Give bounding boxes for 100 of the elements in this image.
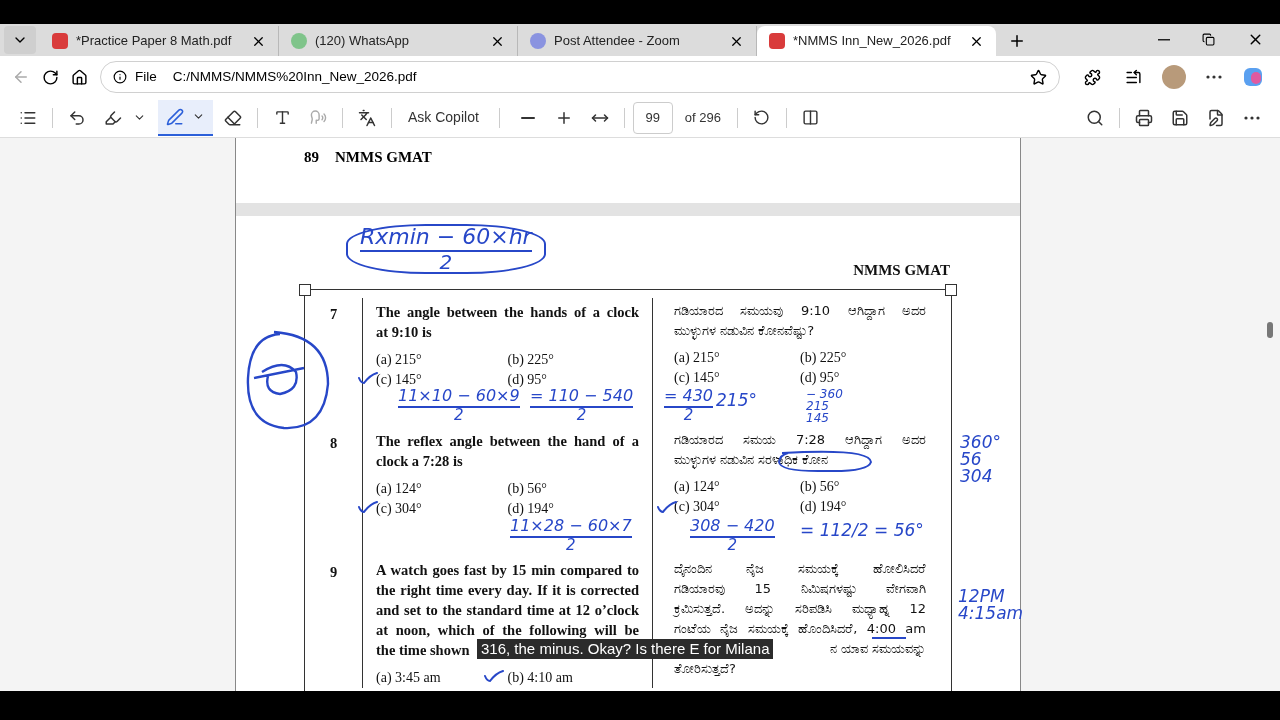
answer-option: (a) 3:45 am: [376, 668, 441, 688]
reload-icon[interactable]: [42, 68, 59, 86]
tab-title: Post Attendee - Zoom: [554, 32, 681, 51]
page-number-field[interactable]: 99: [632, 101, 673, 134]
tab-title: *NMMS Inn_New_2026.pdf: [793, 32, 952, 51]
more-icon[interactable]: [1206, 75, 1222, 79]
handwritten-fraction: 11×28 − 60×7 2: [510, 518, 632, 553]
page-view-icon: [802, 109, 820, 126]
question-text-line: ಗಡಿಯಾರವು 15 ನಿಮಿಷಗಳಷ್ಟು ವೇಗವಾಗಿ: [674, 580, 926, 598]
handwritten-fraction: = 430 2: [664, 388, 714, 423]
question-text-line: ನ ಯಾವ ಸಮಯವನ್ನು: [829, 640, 926, 658]
question-text-line: the right time every day. If it is corrected: [376, 581, 639, 600]
question-text-line: the time shown: [376, 641, 470, 660]
question-number: 7: [329, 306, 338, 322]
scrollbar[interactable]: [1267, 322, 1273, 338]
answer-option: (d) 95°: [507, 370, 547, 390]
draw-button[interactable]: [158, 99, 213, 136]
printer-icon: [1135, 108, 1153, 127]
browser-tab[interactable]: *NMMS Inn_New_2026.pdf: [757, 26, 996, 56]
answer-option: (d) 194°: [507, 499, 554, 519]
answer-option: (a) 124°: [674, 477, 720, 497]
answer-option: (b) 56°: [800, 477, 840, 497]
text-icon: [273, 109, 291, 126]
question-text-line: The reflex angle between the hand of a: [376, 432, 639, 451]
highlighter-icon: [104, 108, 122, 127]
restore-icon[interactable]: [1202, 33, 1215, 46]
question-text-line: ದೈನಂದಿನ ನೈಜ ಸಮಯಕ್ಕೆ ಹೋಲಿಸಿದರೆ: [674, 560, 926, 578]
question-text-line: at noon, which of the following will be: [376, 621, 639, 640]
page-header: NMMS GMAT: [853, 260, 950, 280]
search-icon: [1086, 108, 1104, 127]
handwritten-note: 215°: [716, 392, 757, 409]
answer-option: (c) 145°: [674, 368, 720, 388]
question-text-line: ಕ್ರಮಿಸುತ್ತದೆ. ಅದನ್ನು ಸರಿಪಡಿಸಿ ಮಧ್ಯಾಹ್ನ 12: [674, 600, 926, 618]
handwritten-note: = 112/2 = 56°: [800, 522, 924, 539]
question-number: 9: [329, 564, 338, 580]
question-text-line: ಗಂಟೆಯ ನೈಜ ಸಮಯಕ್ಕೆ ಹೊಂದಿಸಿದರೆ, 4:00 am: [674, 620, 926, 638]
answer-option: (b) 225°: [800, 348, 847, 368]
translate-icon: [358, 108, 376, 127]
question-text-line: at 9:10 is: [376, 323, 432, 342]
check-mark-icon: [358, 501, 378, 513]
answer-option: (a) 215°: [376, 350, 422, 370]
read-aloud-icon: [309, 109, 327, 126]
extensions-icon[interactable]: [1084, 68, 1101, 86]
handwritten-fraction: = 110 − 540 2: [530, 388, 634, 423]
answer-option: (b) 225°: [507, 350, 554, 370]
handwritten-fraction: 308 − 420 2: [690, 518, 775, 553]
handwritten-note: 360° 56 304: [960, 434, 1001, 485]
answer-option: (d) 194°: [800, 497, 847, 517]
pdf-icon: [52, 33, 68, 49]
ink-underline-drawing: [872, 637, 906, 639]
pdf-icon: [769, 33, 785, 49]
answer-option: (c) 145°: [376, 370, 422, 390]
eraser-icon: [224, 108, 242, 127]
question-text-line: ತೋರಿಸುತ್ತದೆ?: [674, 660, 736, 678]
home-icon[interactable]: [71, 68, 88, 86]
scheme-label: File: [135, 67, 157, 86]
favorites-icon[interactable]: [1125, 68, 1142, 86]
minus-icon: [520, 116, 535, 119]
answer-option: (c) 304°: [674, 497, 720, 517]
question-text-line: ಗಡಿಯಾರದ ಸಮಯವು 9:10 ಆಗಿದ್ದಾಗ ಅದರ: [674, 302, 926, 320]
check-mark-icon: [358, 372, 378, 384]
page-header: NMMS GMAT: [335, 148, 432, 167]
minimize-icon[interactable]: [1158, 38, 1170, 41]
pen-icon: [166, 107, 184, 126]
page-count: of 296: [684, 108, 721, 127]
video-icon: [530, 33, 546, 49]
undo-icon: [68, 108, 86, 127]
handwritten-fraction: 11×10 − 60×9 2: [398, 388, 520, 423]
answer-option: (a) 215°: [674, 348, 720, 368]
answer-option: (c) 304°: [376, 499, 422, 519]
more-icon: [1244, 115, 1260, 120]
tab-title: (120) WhatsApp: [315, 32, 410, 51]
address-field[interactable]: File C:/NMMS/NMMS%20Inn_New_2026.pdf: [100, 61, 1060, 93]
file-edit-icon: [1207, 108, 1225, 127]
video-caption: 316, the minus. Okay? Is there E for Milana: [477, 639, 774, 659]
question-text-line: clock a 7:28 is: [376, 452, 463, 471]
handwritten-fraction: Rxmin − 60×hr 2: [346, 224, 546, 274]
tab-menu-button[interactable]: [4, 26, 36, 54]
rotate-icon: [753, 109, 771, 126]
ask-copilot-button[interactable]: Ask Copilot: [400, 107, 487, 128]
question-text-line: The angle between the hands of a clock: [376, 303, 639, 322]
url-text: C:/NMMS/NMMS%20Inn_New_2026.pdf: [172, 67, 417, 86]
assistant-logo-icon[interactable]: [1242, 66, 1264, 88]
check-mark-icon: [484, 670, 504, 682]
tab-title: *Practice Paper 8 Math.pdf: [76, 32, 233, 51]
favorite-icon[interactable]: [1030, 68, 1047, 86]
new-tab-icon[interactable]: [1008, 32, 1026, 50]
handwritten-note: − 360 215 145: [806, 388, 843, 424]
answer-option: (b) 56°: [507, 479, 547, 499]
question-text-line: A watch goes fast by 15 min compared to: [376, 561, 639, 580]
question-number: 8: [329, 435, 338, 451]
info-icon: [113, 70, 127, 84]
chat-icon: [291, 33, 307, 49]
page-number: 89: [304, 148, 319, 167]
question-text-line: and set to the standard time at 12 o’clock: [376, 601, 639, 620]
answer-option: (a) 124°: [376, 479, 422, 499]
save-icon: [1171, 108, 1189, 127]
answer-option: (d) 95°: [800, 368, 840, 388]
avatar[interactable]: [1162, 65, 1186, 89]
question-text-line: ಗಡಿಯಾರದ ಸಮಯ 7:28 ಆಗಿದ್ದಾಗ ಅದರ: [674, 431, 926, 449]
